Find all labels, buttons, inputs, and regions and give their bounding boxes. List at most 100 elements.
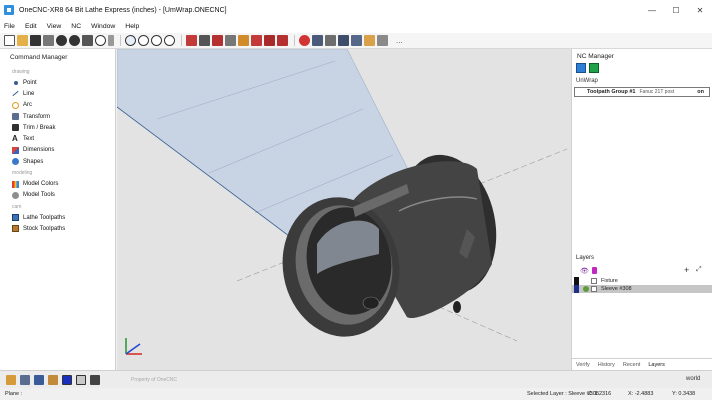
- view-side-icon[interactable]: [225, 35, 236, 46]
- layer-checkbox[interactable]: [591, 286, 597, 292]
- sleeve-hole: [362, 296, 380, 310]
- menu-edit[interactable]: Edit: [25, 23, 37, 30]
- eye-icon[interactable]: 👁: [580, 267, 589, 275]
- layers-toolbar: 👁 + ⤢: [572, 265, 712, 277]
- solid-icon[interactable]: [351, 35, 362, 46]
- new-file-icon[interactable]: [4, 35, 15, 46]
- section-icon[interactable]: [364, 35, 375, 46]
- layer-name: Fixture: [601, 278, 618, 284]
- zoom-window-icon[interactable]: [125, 35, 136, 46]
- hidden-line-icon[interactable]: [338, 35, 349, 46]
- wireframe-icon[interactable]: [325, 35, 336, 46]
- view-front-icon[interactable]: [212, 35, 223, 46]
- tab-history[interactable]: History: [598, 362, 615, 368]
- view-layout-icon[interactable]: [264, 35, 275, 46]
- cmd-shapes[interactable]: Shapes: [0, 156, 115, 167]
- onecnc-app-icon[interactable]: [4, 5, 14, 15]
- sleeve-hole: [453, 301, 461, 313]
- cmd-stock-toolpaths[interactable]: Stock Toolpaths: [0, 223, 115, 234]
- graphics-viewport[interactable]: [117, 49, 571, 370]
- status-x-coordinate: X: -2.4883: [628, 391, 654, 397]
- view-iso-icon[interactable]: [238, 35, 249, 46]
- layers-section: Layers 👁 + ⤢ Fixture Sleeve #308 Verify …: [572, 255, 712, 370]
- zoom-fit-icon[interactable]: [164, 35, 175, 46]
- axis-triad-icon: [120, 336, 150, 360]
- close-button[interactable]: ✕: [688, 0, 712, 20]
- layer-row-sleeve[interactable]: Sleeve #308: [572, 285, 712, 293]
- select-icon[interactable]: [82, 35, 93, 46]
- iso-view-icon[interactable]: [6, 374, 16, 385]
- minimize-button[interactable]: —: [640, 0, 664, 20]
- model-colors-icon: [12, 180, 19, 188]
- command-manager-title: Command Manager: [10, 54, 68, 61]
- search-icon[interactable]: [95, 35, 106, 46]
- cmd-model-tools[interactable]: Model Tools: [0, 190, 115, 201]
- view-multi-icon[interactable]: [251, 35, 262, 46]
- print-icon[interactable]: [43, 35, 54, 46]
- tab-recent[interactable]: Recent: [623, 362, 640, 368]
- model-tools-icon: [12, 191, 19, 199]
- tab-verify[interactable]: Verify: [576, 362, 590, 368]
- render-icon[interactable]: [377, 35, 388, 46]
- menu-window[interactable]: Window: [91, 23, 115, 30]
- cmd-point[interactable]: Point: [0, 77, 115, 88]
- layer-row-fixture[interactable]: Fixture: [572, 277, 712, 285]
- layer-checkbox[interactable]: [591, 278, 597, 284]
- tab-layers[interactable]: Layers: [648, 362, 665, 368]
- menu-bar: File Edit View NC Window Help: [0, 20, 712, 33]
- nc-manager-title: NC Manager: [577, 53, 614, 60]
- cmd-trim-break[interactable]: Trim / Break: [0, 122, 115, 133]
- view-top-icon[interactable]: [199, 35, 210, 46]
- cmd-model-colors[interactable]: Model Colors: [0, 178, 115, 189]
- toolbar-divider: [181, 35, 182, 46]
- cmd-dimensions[interactable]: Dimensions: [0, 145, 115, 156]
- command-manager-panel: Command Manager drawing Point Line Arc T…: [0, 49, 116, 370]
- maximize-button[interactable]: ☐: [664, 0, 688, 20]
- toolpath-group-row[interactable]: Toolpath Group #1 Fanuc 21T post on: [574, 87, 710, 97]
- display-mode-icon[interactable]: [90, 374, 100, 385]
- lock-icon[interactable]: [592, 267, 597, 274]
- cmd-arc[interactable]: Arc: [0, 100, 115, 111]
- blue-background-icon[interactable]: [62, 374, 72, 385]
- gradient-background-icon[interactable]: [76, 374, 86, 385]
- dimensions-icon: [12, 146, 19, 154]
- solid-view-icon[interactable]: [34, 374, 44, 385]
- window-controls: — ☐ ✕: [640, 0, 712, 20]
- cmd-line[interactable]: Line: [0, 88, 115, 99]
- arc-icon: [12, 101, 19, 109]
- zoom-in-icon[interactable]: [138, 35, 149, 46]
- menu-file[interactable]: File: [4, 23, 15, 30]
- save-icon[interactable]: [30, 35, 41, 46]
- status-y-coordinate: Y: 0.3438: [672, 391, 696, 397]
- cmd-text[interactable]: Text: [0, 133, 115, 144]
- cmd-transform[interactable]: Transform: [0, 111, 115, 122]
- menu-nc[interactable]: NC: [71, 23, 81, 30]
- trim-icon: [12, 124, 19, 132]
- shaded-view-icon[interactable]: [20, 374, 30, 385]
- toolpath-group-post: Fanuc 21T post: [639, 89, 675, 95]
- cmd-lathe-toolpaths[interactable]: Lathe Toolpaths: [0, 212, 115, 223]
- line-icon: [12, 90, 19, 97]
- stop-icon[interactable]: [299, 35, 310, 46]
- redo-icon[interactable]: [69, 35, 80, 46]
- add-layer-icon[interactable]: +: [684, 265, 689, 275]
- toolpath-manager-icon[interactable]: [576, 63, 586, 73]
- section-view-icon[interactable]: [48, 374, 58, 385]
- coordinate-system-label[interactable]: world: [686, 376, 700, 382]
- zoom-out-icon[interactable]: [151, 35, 162, 46]
- visible-icon[interactable]: [583, 286, 589, 292]
- toolbar-overflow[interactable]: ...: [396, 36, 403, 45]
- verify-icon[interactable]: [589, 63, 599, 73]
- menu-help[interactable]: Help: [125, 23, 139, 30]
- view-grid-icon[interactable]: [186, 35, 197, 46]
- dropdown-chevron-icon[interactable]: [108, 35, 114, 46]
- undo-icon[interactable]: [56, 35, 67, 46]
- menu-view[interactable]: View: [47, 23, 62, 30]
- open-folder-icon[interactable]: [17, 35, 28, 46]
- visible-icon[interactable]: [583, 278, 589, 284]
- nc-file-name: UnWrap: [576, 78, 598, 84]
- expand-icon[interactable]: ⤢: [696, 266, 702, 274]
- toolpath-group-state[interactable]: on: [697, 89, 704, 95]
- shade-icon[interactable]: [312, 35, 323, 46]
- view-quad-icon[interactable]: [277, 35, 288, 46]
